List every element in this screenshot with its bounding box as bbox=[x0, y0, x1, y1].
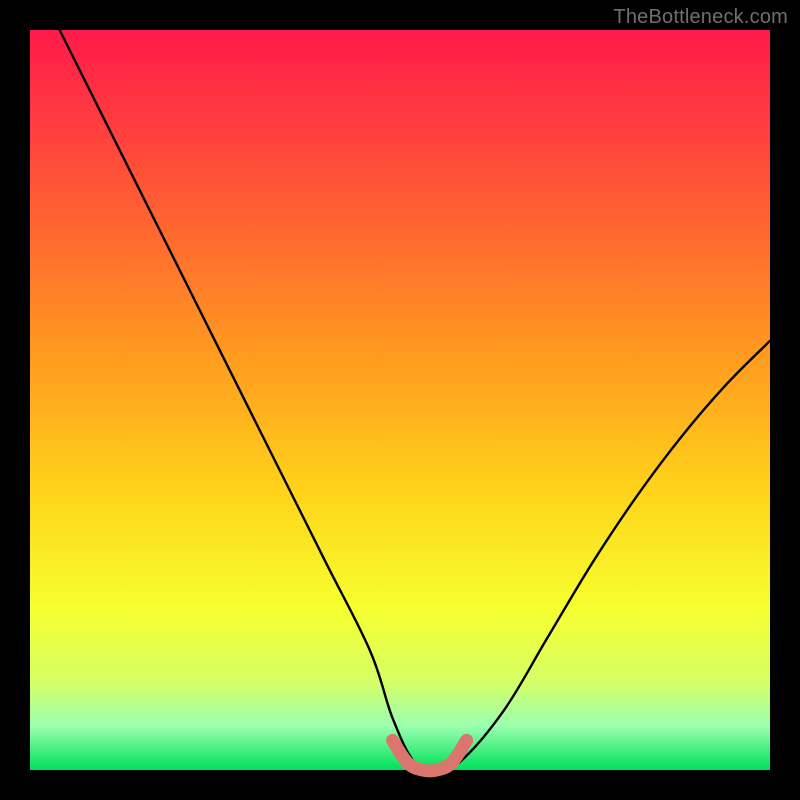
curve-layer bbox=[30, 30, 770, 770]
bottleneck-curve bbox=[60, 30, 770, 770]
plot-area bbox=[30, 30, 770, 770]
watermark-text: TheBottleneck.com bbox=[613, 6, 788, 29]
chart-frame: TheBottleneck.com bbox=[0, 0, 800, 800]
